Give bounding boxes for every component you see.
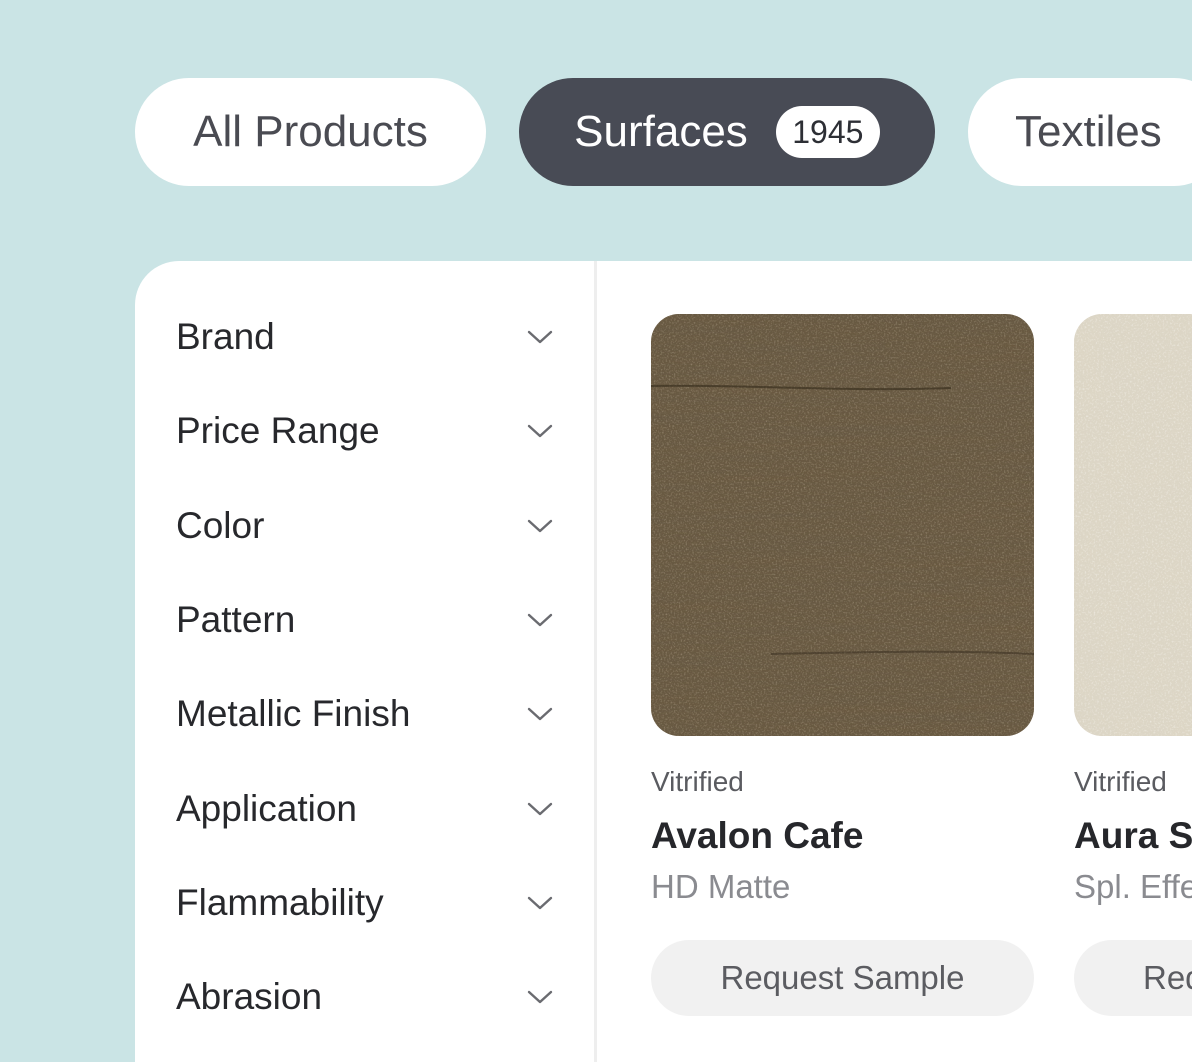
filter-label: Flammability <box>176 881 384 923</box>
chevron-down-icon <box>524 893 556 913</box>
product-category: Vitrified <box>651 766 744 797</box>
product-card[interactable]: Vitrified Avalon Cafe HD Matte Request S… <box>651 314 1034 1016</box>
filter-price-range[interactable]: Price Range <box>176 384 556 478</box>
count-badge: 1945 <box>775 106 880 158</box>
filter-label: Metallic Finish <box>176 693 411 735</box>
chevron-down-icon <box>524 516 556 536</box>
request-sample-button[interactable]: Request Sample <box>651 940 1034 1016</box>
panel-divider <box>594 261 597 1062</box>
product-category: Vitrified <box>1074 766 1167 797</box>
filter-label: Color <box>176 504 265 546</box>
filter-brand[interactable]: Brand <box>176 290 556 384</box>
filter-pattern[interactable]: Pattern <box>176 573 556 667</box>
filter-color[interactable]: Color <box>176 479 556 573</box>
filter-metallic-finish[interactable]: Metallic Finish <box>176 667 556 761</box>
filter-abrasion[interactable]: Abrasion <box>176 950 556 1044</box>
chevron-down-icon <box>524 799 556 819</box>
tab-surfaces[interactable]: Surfaces 1945 <box>519 78 935 186</box>
product-swatch-image[interactable] <box>1074 314 1192 736</box>
filter-label: Brand <box>176 316 275 358</box>
filter-label: Application <box>176 787 358 829</box>
chevron-down-icon <box>524 704 556 724</box>
category-tabs: All Products Surfaces 1945 Textiles <box>135 78 1192 186</box>
product-swatch-image[interactable] <box>651 314 1034 736</box>
product-finish: Spl. Effe <box>1074 868 1192 905</box>
filter-label: Pattern <box>176 599 296 641</box>
chevron-down-icon <box>524 610 556 630</box>
swatch-speckle <box>1074 314 1192 736</box>
catalog-panel: Brand Price Range Color Pattern Metallic… <box>135 261 1192 1062</box>
product-name[interactable]: Avalon Cafe <box>651 814 1034 858</box>
chevron-down-icon <box>524 987 556 1007</box>
request-sample-button[interactable]: Req <box>1074 940 1192 1016</box>
chevron-down-icon <box>524 327 556 347</box>
filter-label: Abrasion <box>176 976 323 1018</box>
product-name[interactable]: Aura Sa <box>1074 814 1192 858</box>
chevron-down-icon <box>524 421 556 441</box>
swatch-speckle <box>651 314 1034 736</box>
product-finish: HD Matte <box>651 868 791 905</box>
tab-label: All Products <box>193 107 428 156</box>
filter-flammability[interactable]: Flammability <box>176 856 556 950</box>
filter-application[interactable]: Application <box>176 761 556 855</box>
filter-label: Price Range <box>176 410 380 452</box>
tab-label: Surfaces <box>574 107 748 156</box>
tab-textiles[interactable]: Textiles <box>968 78 1192 186</box>
filter-sidebar: Brand Price Range Color Pattern Metallic… <box>176 290 556 1044</box>
product-card[interactable]: Vitrified Aura Sa Spl. Effe Req <box>1074 314 1192 1016</box>
tab-all-products[interactable]: All Products <box>135 78 486 186</box>
tab-label: Textiles <box>1015 107 1162 156</box>
